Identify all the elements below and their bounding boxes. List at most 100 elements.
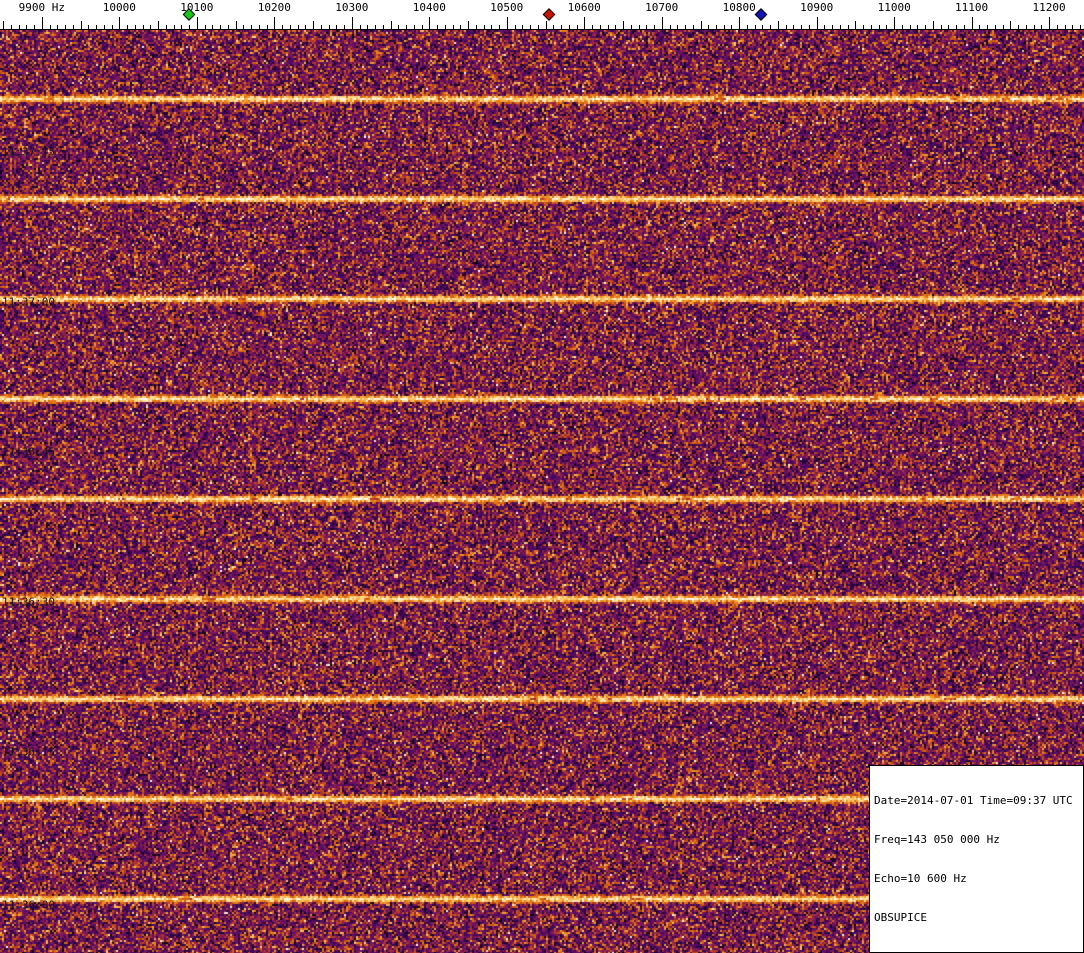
freq-tick — [173, 25, 175, 29]
blue-frequency-marker-icon[interactable] — [754, 8, 768, 21]
freq-tick — [1018, 25, 1020, 29]
freq-tick — [320, 25, 322, 29]
freq-tick — [251, 25, 252, 29]
waterfall-area[interactable]: 11:37:15 11:37:00 11:36:45 11:36:30 11:36:15… — [0, 30, 1084, 953]
freq-tick — [3, 21, 5, 29]
freq-tick — [80, 21, 82, 29]
freq-tick — [963, 25, 965, 29]
freq-tick — [344, 25, 345, 29]
freq-tick — [111, 25, 113, 29]
freq-tick — [96, 25, 98, 29]
freq-tick — [716, 25, 717, 29]
freq-tick — [770, 25, 772, 29]
freq-tick-label: 10800 — [722, 1, 756, 14]
freq-tick — [839, 25, 841, 29]
freq-tick — [220, 25, 222, 29]
freq-tick — [150, 25, 152, 29]
freq-tick — [258, 25, 260, 29]
freq-tick — [801, 25, 803, 29]
freq-tick — [568, 25, 570, 29]
freq-tick — [41, 17, 43, 29]
freq-tick — [762, 25, 764, 29]
freq-tick — [305, 25, 307, 29]
freq-tick — [398, 25, 400, 29]
freq-tick — [948, 25, 950, 29]
freq-tick — [1049, 17, 1051, 29]
freq-tick — [824, 25, 826, 29]
freq-tick — [483, 25, 485, 29]
freq-tick — [863, 25, 865, 29]
freq-tick — [274, 17, 276, 29]
info-echo-line: Echo=10 600 Hz — [874, 872, 967, 885]
freq-tick — [576, 25, 578, 29]
freq-tick — [390, 21, 392, 29]
freq-tick — [630, 25, 632, 29]
freq-tick-label: 11200 — [1032, 1, 1066, 14]
freq-tick — [460, 25, 462, 29]
freq-tick — [909, 25, 911, 29]
freq-tick-label: 11100 — [955, 1, 989, 14]
freq-tick — [266, 25, 268, 29]
freq-tick — [34, 25, 36, 29]
freq-tick — [452, 25, 454, 29]
freq-tick — [661, 17, 663, 29]
freq-tick — [313, 21, 314, 29]
freq-tick — [530, 25, 531, 29]
freq-tick — [731, 25, 733, 29]
freq-tick — [18, 25, 20, 29]
freq-tick — [746, 25, 748, 29]
freq-tick — [561, 25, 562, 29]
freq-tick — [870, 25, 872, 29]
freq-tick-label: 10400 — [412, 1, 446, 14]
freq-tick — [1064, 25, 1066, 29]
freq-tick — [685, 25, 686, 29]
freq-tick — [491, 25, 493, 29]
frequency-ruler[interactable]: 9900 Hz 10000 10100 10200 10300 10400 10500 106… — [0, 0, 1084, 30]
freq-tick — [1072, 25, 1074, 29]
freq-tick — [669, 25, 671, 29]
freq-tick-label: 10300 — [335, 1, 369, 14]
freq-tick — [894, 17, 896, 29]
freq-tick-label: 10600 — [567, 1, 601, 14]
freq-tick — [777, 21, 779, 29]
freq-tick — [72, 25, 74, 29]
freq-tick — [328, 25, 330, 29]
status-info-box: Date=2014-07-01 Time=09:37 UTC Freq=143 … — [869, 765, 1084, 953]
freq-tick — [886, 25, 888, 29]
freq-tick — [475, 25, 477, 29]
freq-tick-label: 11000 — [877, 1, 911, 14]
freq-tick — [429, 17, 431, 29]
freq-tick — [832, 25, 834, 29]
freq-tick — [49, 25, 51, 29]
freq-tick — [142, 25, 144, 29]
freq-tick — [878, 25, 880, 29]
freq-tick — [1025, 25, 1027, 29]
freq-tick — [700, 21, 702, 29]
freq-tick — [227, 25, 229, 29]
freq-tick — [956, 25, 958, 29]
freq-tick — [282, 25, 283, 29]
freq-tick — [103, 25, 105, 29]
freq-tick — [406, 25, 407, 29]
freq-tick — [808, 25, 810, 29]
freq-tick — [506, 17, 508, 29]
freq-tick — [165, 25, 167, 29]
freq-tick — [289, 25, 291, 29]
red-frequency-marker-icon[interactable] — [543, 8, 556, 21]
freq-tick — [119, 17, 121, 29]
freq-tick — [375, 25, 376, 29]
freq-tick — [336, 25, 338, 29]
freq-tick — [607, 25, 609, 29]
freq-tick — [545, 21, 547, 29]
freq-tick — [196, 17, 198, 29]
freq-tick — [932, 21, 934, 29]
info-date-line: Date=2014-07-01 Time=09:37 UTC — [874, 794, 1073, 807]
freq-tick — [1033, 25, 1035, 29]
freq-tick-label: 10900 — [800, 1, 834, 14]
freq-tick — [615, 25, 617, 29]
freq-tick — [739, 17, 741, 29]
freq-tick — [10, 25, 12, 29]
freq-tick — [855, 21, 857, 29]
freq-tick — [57, 25, 59, 29]
freq-tick — [351, 17, 353, 29]
